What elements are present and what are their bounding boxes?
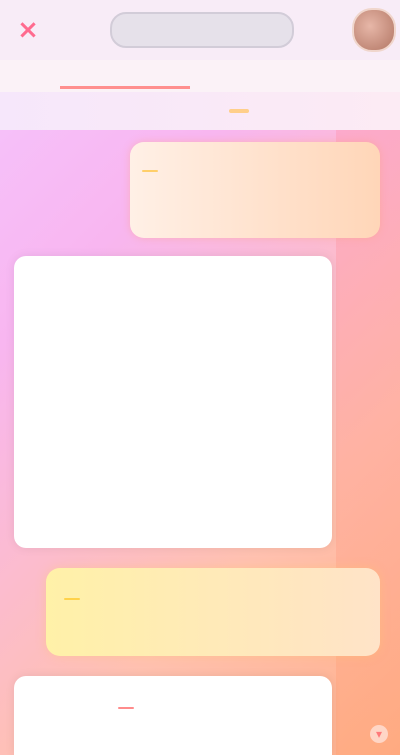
bottom-card [14,676,332,755]
close-icon: × [17,15,39,45]
tip-card [130,142,380,238]
message-card [14,256,332,548]
close-button[interactable]: × [10,12,46,48]
title-pill[interactable] [110,12,294,48]
tab-bar [0,60,400,92]
notice-highlight[interactable] [229,109,249,113]
notice-bar [0,92,400,130]
top-bar: × [0,0,400,60]
note-chip[interactable] [64,598,80,600]
note-card [46,568,380,656]
tip-line-2 [142,162,368,175]
avatar[interactable] [352,8,396,52]
scroll-down-icon[interactable]: ▾ [370,725,388,743]
message-paragraph-2 [28,282,318,300]
bottom-card-chip[interactable] [118,707,134,709]
tab-secondary[interactable] [230,64,310,86]
tab-primary[interactable] [60,64,190,89]
tip-badge [142,170,158,172]
note-body [58,590,368,603]
